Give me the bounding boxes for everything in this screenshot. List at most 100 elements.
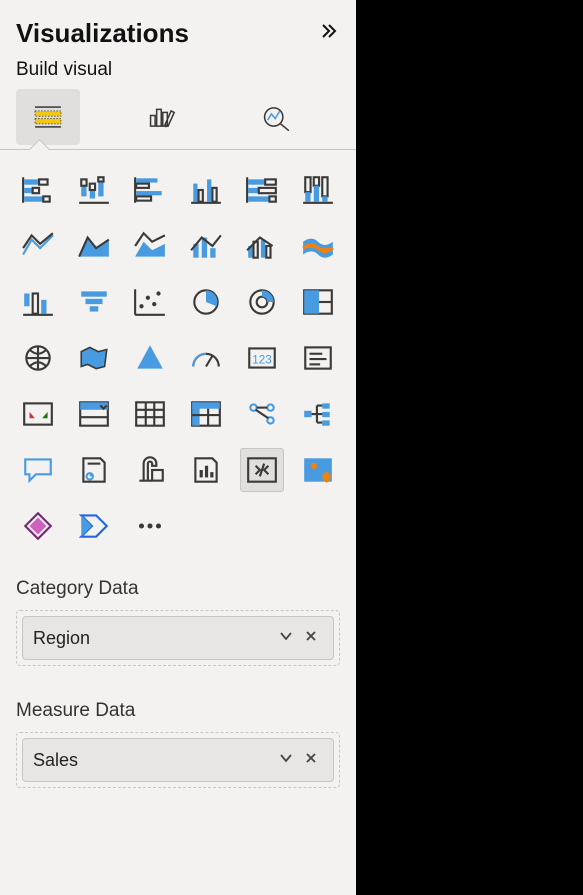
py-visual-icon bbox=[245, 455, 279, 485]
qna-icon bbox=[21, 455, 55, 485]
close-icon[interactable] bbox=[299, 629, 323, 647]
funnel-icon bbox=[77, 287, 111, 317]
field-name: Sales bbox=[33, 750, 273, 771]
field-pill-region[interactable]: Region bbox=[22, 616, 334, 660]
analytics-icon bbox=[260, 103, 292, 131]
waterfall-icon bbox=[21, 287, 55, 317]
visual-power-automate[interactable] bbox=[72, 504, 116, 548]
visual-stacked-area-chart[interactable] bbox=[128, 224, 172, 268]
format-icon bbox=[146, 103, 178, 131]
visual-power-apps[interactable] bbox=[16, 504, 60, 548]
field-dropzone[interactable]: Region bbox=[16, 610, 340, 666]
mode-tabs bbox=[0, 89, 356, 145]
mode-tab-format-visual[interactable] bbox=[130, 89, 194, 145]
visual-funnel-chart[interactable] bbox=[72, 280, 116, 324]
visual-stacked-column-chart[interactable] bbox=[72, 168, 116, 212]
visual-azure-map[interactable] bbox=[128, 336, 172, 380]
visual-line-chart[interactable] bbox=[16, 224, 60, 268]
visual-treemap[interactable] bbox=[296, 280, 340, 324]
chevron-down-icon[interactable] bbox=[273, 629, 299, 648]
visual-area-chart[interactable] bbox=[72, 224, 116, 268]
matrix-icon bbox=[189, 399, 223, 429]
bar-stacked-v-icon bbox=[77, 175, 111, 205]
donut-icon bbox=[245, 287, 279, 317]
visual-line-stacked-column-chart[interactable] bbox=[184, 224, 228, 268]
visual-pie-chart[interactable] bbox=[184, 280, 228, 324]
visual-scatter-chart[interactable] bbox=[128, 280, 172, 324]
visual-smart-narrative[interactable] bbox=[184, 448, 228, 492]
visual-clustered-column-chart[interactable] bbox=[184, 168, 228, 212]
mode-tab-build-visual[interactable] bbox=[16, 89, 80, 145]
field-well-label: Measure Data bbox=[16, 700, 340, 722]
ellipsis-icon bbox=[133, 511, 167, 541]
visual-paginated-report[interactable] bbox=[72, 448, 116, 492]
ribbon-icon bbox=[301, 231, 335, 261]
visual-clustered-bar-chart[interactable] bbox=[128, 168, 172, 212]
power-apps-icon bbox=[21, 511, 55, 541]
field-well-measure-data: Measure Data Sales bbox=[0, 678, 356, 800]
multi-card-icon bbox=[301, 343, 335, 373]
visual-multi-row-card[interactable] bbox=[296, 336, 340, 380]
field-name: Region bbox=[33, 628, 273, 649]
slicer-icon bbox=[77, 399, 111, 429]
azure-map-icon bbox=[133, 343, 167, 373]
area-stacked-icon bbox=[133, 231, 167, 261]
line-col2-icon bbox=[245, 231, 279, 261]
narrative-icon bbox=[189, 455, 223, 485]
visual-arcgis-map[interactable] bbox=[296, 448, 340, 492]
field-dropzone[interactable]: Sales bbox=[16, 732, 340, 788]
bar-100-h-icon bbox=[245, 175, 279, 205]
gauge-icon bbox=[189, 343, 223, 373]
visual-type-grid bbox=[0, 160, 356, 556]
chevron-down-icon[interactable] bbox=[273, 751, 299, 770]
visual-r-visual[interactable] bbox=[240, 392, 284, 436]
bar-clustered-h-icon bbox=[133, 175, 167, 205]
tab-divider bbox=[0, 149, 356, 150]
visual-qna[interactable] bbox=[16, 448, 60, 492]
close-icon[interactable] bbox=[299, 751, 323, 769]
mode-tab-analytics[interactable] bbox=[244, 89, 308, 145]
decomp-icon bbox=[301, 399, 335, 429]
visual-line-clustered-column-chart[interactable] bbox=[240, 224, 284, 268]
bar-stacked-h-icon bbox=[21, 175, 55, 205]
visual-kpi[interactable] bbox=[16, 392, 60, 436]
visual-stacked-bar-chart[interactable] bbox=[16, 168, 60, 212]
visual-get-more-visuals[interactable] bbox=[128, 504, 172, 548]
line-col-icon bbox=[189, 231, 223, 261]
visual-decomposition-tree[interactable] bbox=[296, 392, 340, 436]
pie-icon bbox=[189, 287, 223, 317]
visual-100pct-stacked-bar-chart[interactable] bbox=[240, 168, 284, 212]
map-icon bbox=[21, 343, 55, 373]
kpi-icon bbox=[21, 399, 55, 429]
visual-ribbon-chart[interactable] bbox=[296, 224, 340, 268]
table-icon bbox=[133, 399, 167, 429]
arcgis-icon bbox=[301, 455, 335, 485]
visual-table[interactable] bbox=[128, 392, 172, 436]
bar-clustered-v-icon bbox=[189, 175, 223, 205]
build-visual-label: Build visual bbox=[0, 49, 356, 89]
visual-python-visual[interactable] bbox=[240, 448, 284, 492]
visual-waterfall-chart[interactable] bbox=[16, 280, 60, 324]
visual-slicer[interactable] bbox=[72, 392, 116, 436]
visual-matrix[interactable] bbox=[184, 392, 228, 436]
line-icon bbox=[21, 231, 55, 261]
bar-100-v-icon bbox=[301, 175, 335, 205]
build-icon bbox=[32, 103, 64, 131]
field-well-category-data: Category Data Region bbox=[0, 556, 356, 678]
field-pill-sales[interactable]: Sales bbox=[22, 738, 334, 782]
visual-goals[interactable] bbox=[128, 448, 172, 492]
card-icon bbox=[245, 343, 279, 373]
paginated-icon bbox=[77, 455, 111, 485]
area-icon bbox=[77, 231, 111, 261]
visual-donut-chart[interactable] bbox=[240, 280, 284, 324]
r-visual-icon bbox=[245, 399, 279, 429]
visual-100pct-stacked-column-chart[interactable] bbox=[296, 168, 340, 212]
scatter-icon bbox=[133, 287, 167, 317]
collapse-pane-button[interactable] bbox=[318, 20, 340, 48]
visualizations-pane: Visualizations Build visual Category Dat… bbox=[0, 0, 356, 895]
visual-map[interactable] bbox=[16, 336, 60, 380]
pane-header: Visualizations bbox=[0, 0, 356, 49]
visual-card[interactable] bbox=[240, 336, 284, 380]
visual-gauge[interactable] bbox=[184, 336, 228, 380]
visual-filled-map[interactable] bbox=[72, 336, 116, 380]
